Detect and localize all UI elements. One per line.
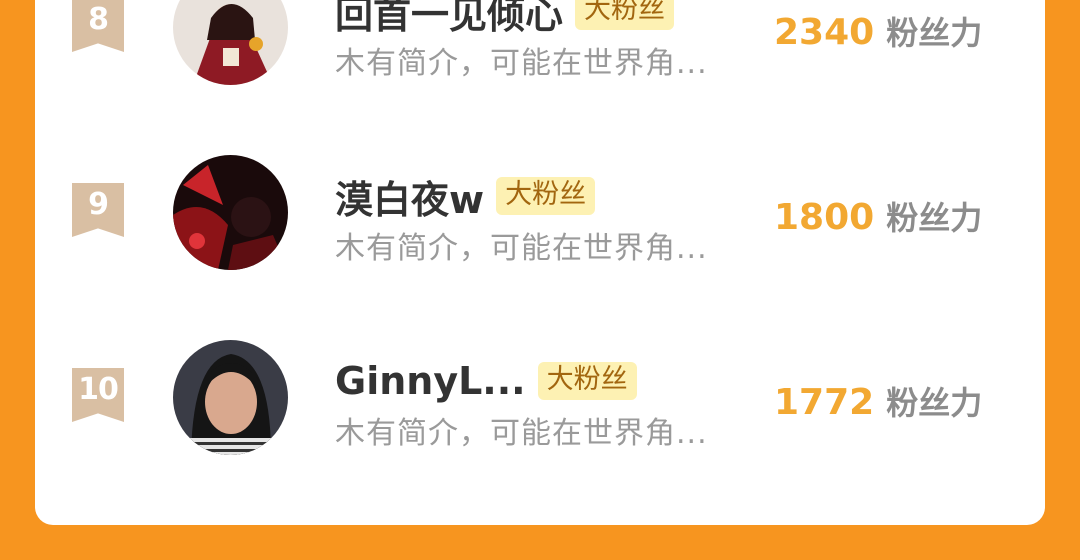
user-name-line: GinnyL... 大粉丝 [335,354,637,408]
list-item[interactable]: 9 漠白夜w 大粉丝 木有简介，可能在世界角... 1800 粉丝力 [0,155,1080,339]
user-name[interactable]: GinnyL... [335,359,526,403]
list-item[interactable]: 8 回首一见倾心 大粉丝 木有简介，可能在世界角... 2340 粉丝力 [0,0,1080,154]
user-name-line: 漠白夜w 大粉丝 [335,169,596,224]
rank-number: 10 [78,372,119,407]
fan-level-badge: 大粉丝 [575,0,675,30]
list-item[interactable]: 10 GinnyL... 大粉丝 木有简介，可能在世界角... 1772 粉丝力 [0,340,1080,524]
fan-power: 2340 粉丝力 [774,8,982,54]
rank-ribbon-icon: 8 [72,0,124,52]
user-intro: 木有简介，可能在世界角... [335,231,708,266]
fan-power-unit: 粉丝力 [886,384,983,422]
user-name[interactable]: 漠白夜w [335,169,484,224]
avatar[interactable] [173,340,288,455]
user-name-line: 回首一见倾心 大粉丝 [335,0,675,39]
fan-level-badge: 大粉丝 [496,177,596,215]
fan-power-value: 1772 [774,382,875,423]
rank-number: 9 [88,187,109,222]
fan-power-unit: 粉丝力 [886,199,983,237]
user-intro: 木有简介，可能在世界角... [335,46,708,81]
user-name[interactable]: 回首一见倾心 [335,0,563,39]
fan-power: 1772 粉丝力 [774,378,982,424]
rank-ribbon-icon: 10 [72,368,124,422]
fan-power-unit: 粉丝力 [886,14,983,52]
fan-power: 1800 粉丝力 [774,193,982,239]
rank-number: 8 [88,2,109,37]
rank-ribbon-icon: 9 [72,183,124,237]
fan-level-badge: 大粉丝 [537,362,637,400]
fan-power-value: 2340 [774,12,875,53]
avatar[interactable] [173,155,288,270]
avatar[interactable] [173,0,288,85]
user-intro: 木有简介，可能在世界角... [335,416,708,451]
fan-power-value: 1800 [774,197,875,238]
